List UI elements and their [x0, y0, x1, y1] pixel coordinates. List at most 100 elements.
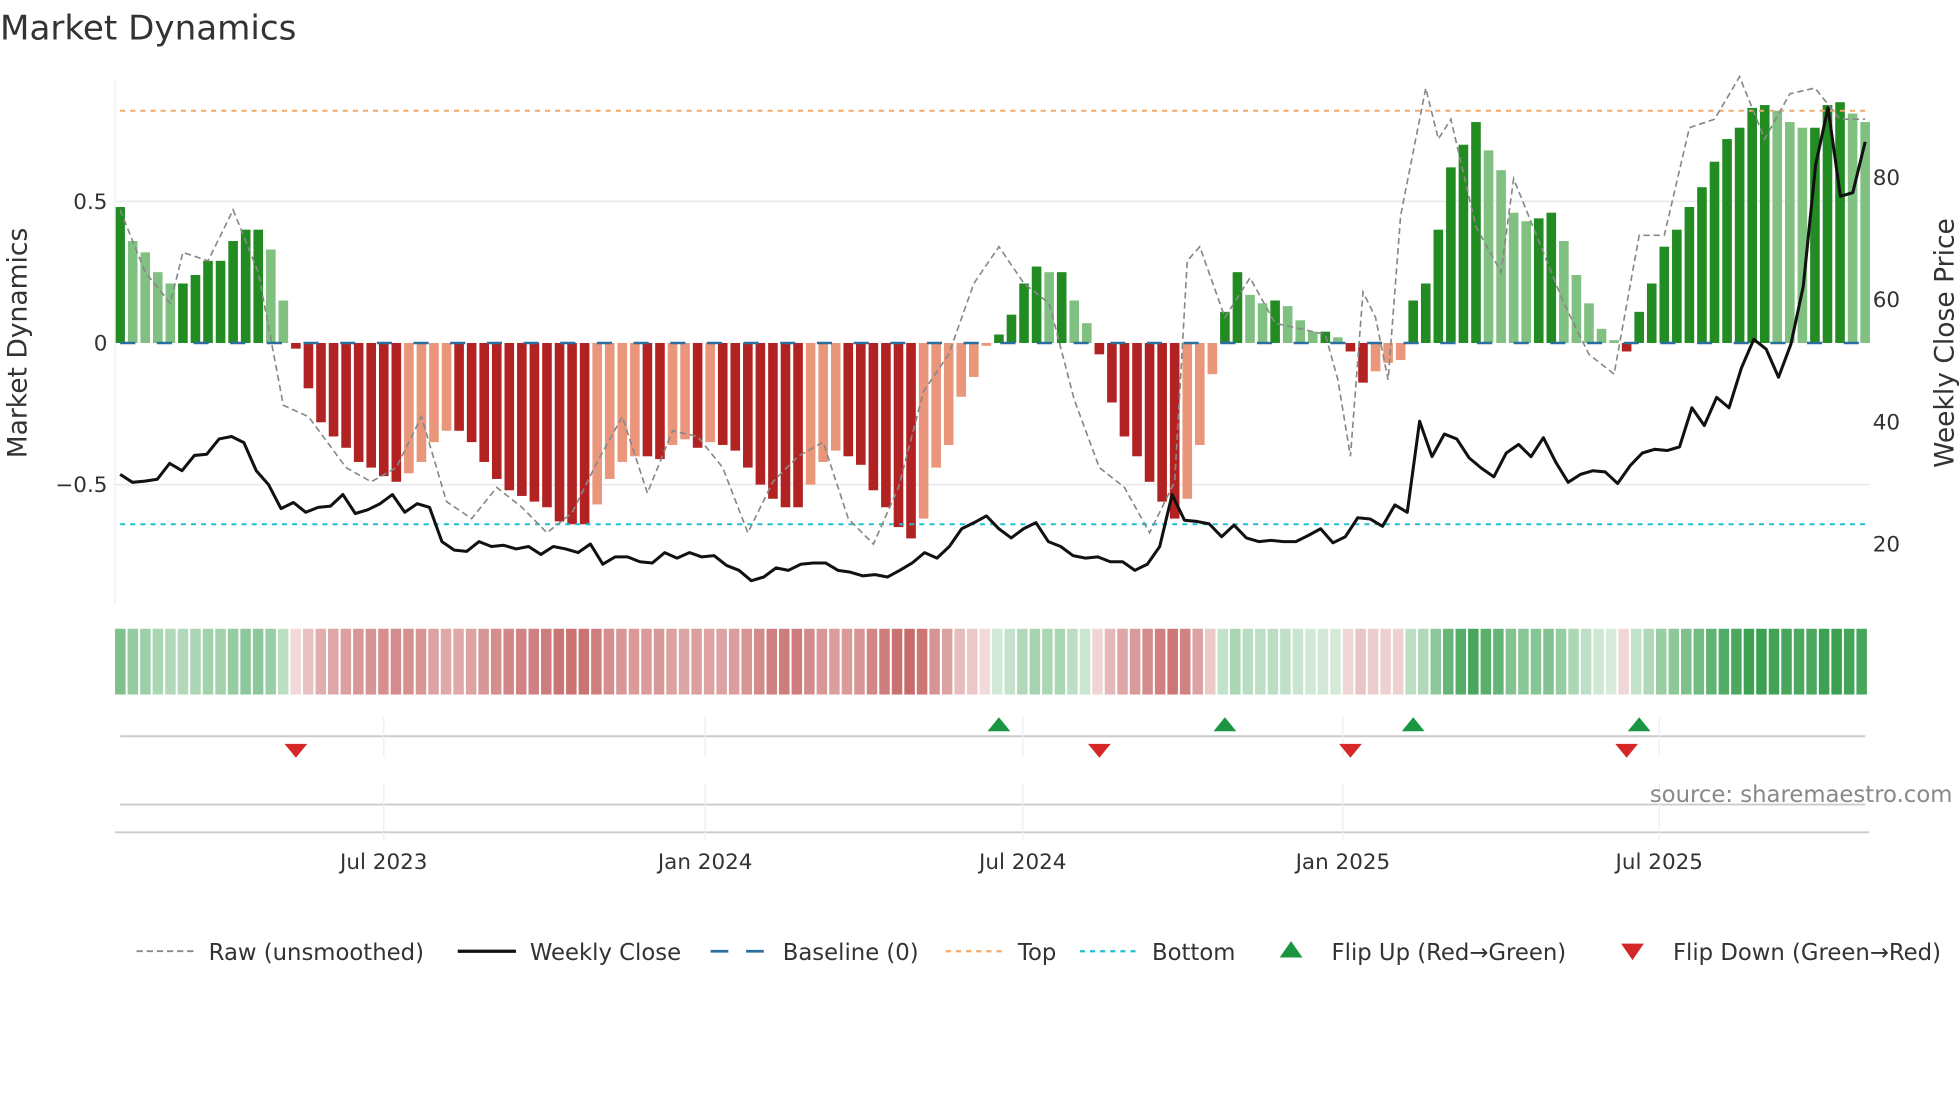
bar — [378, 342, 389, 477]
bar — [1408, 300, 1419, 343]
bar — [1747, 107, 1757, 343]
legend-label: Bottom — [1152, 940, 1235, 966]
strip-cell — [202, 628, 214, 695]
bar — [1157, 342, 1167, 502]
flip-up-marker — [1401, 717, 1425, 732]
bar — [265, 249, 276, 343]
bar — [743, 342, 753, 468]
bar — [1697, 187, 1707, 343]
bar — [353, 342, 364, 462]
strip-cell — [1192, 628, 1203, 695]
strip-cell — [1668, 628, 1680, 695]
bar — [1634, 311, 1644, 343]
bar — [1420, 283, 1431, 343]
strip-cell — [515, 628, 527, 695]
strip-cell — [791, 628, 803, 695]
strip-cell — [866, 628, 878, 695]
strip-cell — [954, 628, 965, 695]
strip-cell — [1518, 628, 1529, 695]
bar — [1471, 122, 1481, 343]
strip-cell — [1380, 628, 1391, 695]
legend-label: Weekly Close — [530, 940, 681, 966]
strip-cell — [1555, 628, 1567, 695]
strip-cell — [779, 628, 790, 695]
strip-cell — [1718, 628, 1730, 695]
strip-cell — [1267, 628, 1279, 695]
bar — [617, 342, 628, 462]
strip-cell — [1405, 628, 1416, 695]
strip-cell — [941, 628, 953, 695]
bar — [1571, 275, 1582, 343]
strip-cell — [678, 628, 690, 695]
x-tick-label: Jul 2024 — [977, 850, 1066, 875]
strip-cell — [1593, 628, 1604, 695]
strip-cell — [1317, 628, 1329, 695]
strip-cell — [591, 628, 602, 695]
bar — [994, 334, 1004, 343]
strip-cell — [328, 628, 339, 695]
strip-cell — [1242, 628, 1254, 695]
bar — [592, 342, 602, 505]
strip-cell — [1430, 628, 1441, 695]
strip-cell — [190, 628, 201, 695]
y2-tick-label: 40 — [1873, 410, 1900, 435]
bar — [1847, 113, 1858, 343]
strip-cell — [428, 628, 439, 695]
bar — [918, 342, 929, 519]
bar — [768, 342, 778, 499]
bar — [893, 342, 904, 528]
strip-cell — [1230, 628, 1241, 695]
strip-cell — [929, 628, 940, 695]
strip-cell — [177, 628, 189, 695]
bar — [1659, 246, 1670, 343]
bar — [291, 342, 301, 349]
legend-flip-down-icon — [1621, 943, 1644, 961]
strip-cell — [553, 628, 565, 695]
x-tick-label: Jan 2025 — [1294, 850, 1391, 875]
bar — [1621, 342, 1632, 352]
strip-cell — [628, 628, 640, 695]
strip-cell — [578, 628, 590, 695]
legend-label: Flip Down (Green→Red) — [1673, 940, 1941, 966]
y-tick-label: 0 — [94, 332, 108, 357]
strip-cell — [1292, 628, 1304, 695]
strip-cell — [566, 628, 577, 695]
bar — [178, 283, 188, 343]
strip-cell — [1117, 628, 1128, 695]
bar — [856, 342, 866, 465]
strip-cell — [1129, 628, 1141, 695]
strip-cell — [653, 628, 665, 695]
strip-cell — [1568, 628, 1579, 695]
bar — [1446, 167, 1456, 343]
strip-cell — [804, 628, 815, 695]
bar — [1044, 272, 1054, 343]
bar — [830, 342, 841, 451]
strip-cell — [1618, 628, 1629, 695]
strip-cell — [1342, 628, 1354, 695]
bar — [115, 207, 125, 343]
bar — [366, 342, 377, 468]
legend-label: Top — [1017, 940, 1056, 966]
bar — [215, 260, 226, 343]
strip-cell — [1054, 628, 1066, 695]
strip-cell — [829, 628, 840, 695]
strip-cell — [1731, 628, 1742, 695]
legend-flip-up-icon — [1279, 941, 1303, 958]
strip-cell — [277, 628, 289, 695]
strip-cell — [503, 628, 514, 695]
bar — [466, 342, 477, 443]
bar — [1094, 342, 1105, 355]
strip-cell — [854, 628, 865, 695]
bar — [931, 342, 941, 468]
bar — [1169, 342, 1180, 519]
flip-markers: Jul 2023 Jan 2024 Jul 2024 Jan 2025 Jul 2025 — [115, 717, 1869, 875]
strip-cell — [240, 628, 251, 695]
bar — [604, 342, 615, 479]
bar — [1395, 342, 1406, 360]
strip-cell — [215, 628, 226, 695]
strip-cell — [904, 628, 915, 695]
bar — [1282, 306, 1293, 343]
bar — [1672, 229, 1682, 343]
strip-cell — [1693, 628, 1705, 695]
bar — [441, 342, 452, 431]
